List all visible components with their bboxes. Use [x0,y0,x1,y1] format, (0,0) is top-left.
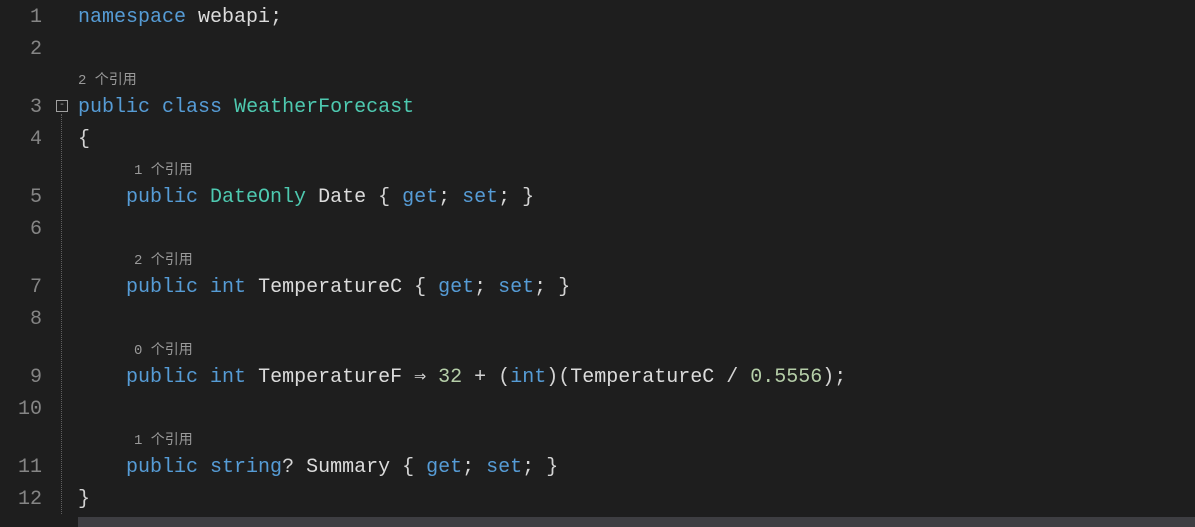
line-number-spacer [0,426,54,452]
property-temperaturec: TemperatureC [258,276,402,299]
keyword-public: public [126,186,198,209]
number-literal: 32 [438,366,462,389]
line-number-gutter: 1 2 3 4 5 6 7 8 9 10 11 12 [0,0,54,527]
code-line[interactable]: public DateOnly Date { get; set; } [78,182,1195,214]
code-line[interactable]: public int TemperatureF ⇒ 32 + (int)(Tem… [78,362,1195,394]
keyword-get: get [438,276,474,299]
brace-close: } [78,488,90,511]
line-number: 8 [0,304,54,336]
code-line-empty[interactable] [78,214,1195,246]
nullable-marker: ? [282,456,294,479]
codelens-references-temperaturec[interactable]: 2 个引用 [78,246,1195,272]
keyword-public: public [126,456,198,479]
codelens-references-class[interactable]: 2 个引用 [78,66,1195,92]
type-dateonly: DateOnly [210,186,306,209]
line-number-spacer [0,336,54,362]
line-number-spacer [0,66,54,92]
keyword-public: public [126,366,198,389]
code-line[interactable]: } [78,484,1195,516]
line-number: 5 [0,182,54,214]
line-number: 9 [0,362,54,394]
codelens-references-temperaturef[interactable]: 0 个引用 [78,336,1195,362]
code-line-empty[interactable] [78,34,1195,66]
code-line-empty[interactable] [78,304,1195,336]
code-line-empty[interactable] [78,394,1195,426]
property-summary: Summary [306,456,390,479]
code-line[interactable]: public string? Summary { get; set; } [78,452,1195,484]
line-number: 4 [0,124,54,156]
line-number-spacer [0,156,54,182]
line-number: 10 [0,394,54,426]
arrow-operator: ⇒ [402,366,438,389]
horizontal-scrollbar[interactable] [78,517,1195,527]
line-number: 6 [0,214,54,246]
keyword-get: get [402,186,438,209]
codelens-references-date[interactable]: 1 个引用 [78,156,1195,182]
namespace-name: webapi [198,6,270,29]
class-name: WeatherForecast [234,96,414,119]
code-text-area[interactable]: namespace webapi; 2 个引用 public class Wea… [78,0,1195,527]
code-editor[interactable]: 1 2 3 4 5 6 7 8 9 10 11 12 - namespace w… [0,0,1195,527]
type-string: string [210,456,282,479]
line-number: 1 [0,2,54,34]
codelens-references-summary[interactable]: 1 个引用 [78,426,1195,452]
line-number: 2 [0,34,54,66]
keyword-namespace: namespace [78,6,186,29]
fold-margin: - [54,0,78,527]
keyword-set: set [462,186,498,209]
keyword-set: set [486,456,522,479]
code-line[interactable]: public int TemperatureC { get; set; } [78,272,1195,304]
keyword-class: class [162,96,222,119]
semicolon: ; [270,6,282,29]
line-number: 3 [0,92,54,124]
property-temperaturef: TemperatureF [258,366,402,389]
keyword-get: get [426,456,462,479]
fold-guide-line [61,114,62,514]
type-int: int [210,276,246,299]
line-number-spacer [0,246,54,272]
number-literal: 0.5556 [750,366,822,389]
code-line[interactable]: namespace webapi; [78,2,1195,34]
type-int: int [210,366,246,389]
scrollbar-track [78,517,1195,527]
keyword-set: set [498,276,534,299]
line-number: 12 [0,484,54,516]
keyword-public: public [78,96,150,119]
code-line[interactable]: { [78,124,1195,156]
line-number: 7 [0,272,54,304]
type-int-cast: int [510,366,546,389]
line-number: 11 [0,452,54,484]
brace-open: { [78,128,90,151]
member-ref: TemperatureC [570,366,714,389]
property-date: Date [318,186,366,209]
fold-collapse-icon[interactable]: - [56,100,68,112]
keyword-public: public [126,276,198,299]
code-line[interactable]: public class WeatherForecast [78,92,1195,124]
